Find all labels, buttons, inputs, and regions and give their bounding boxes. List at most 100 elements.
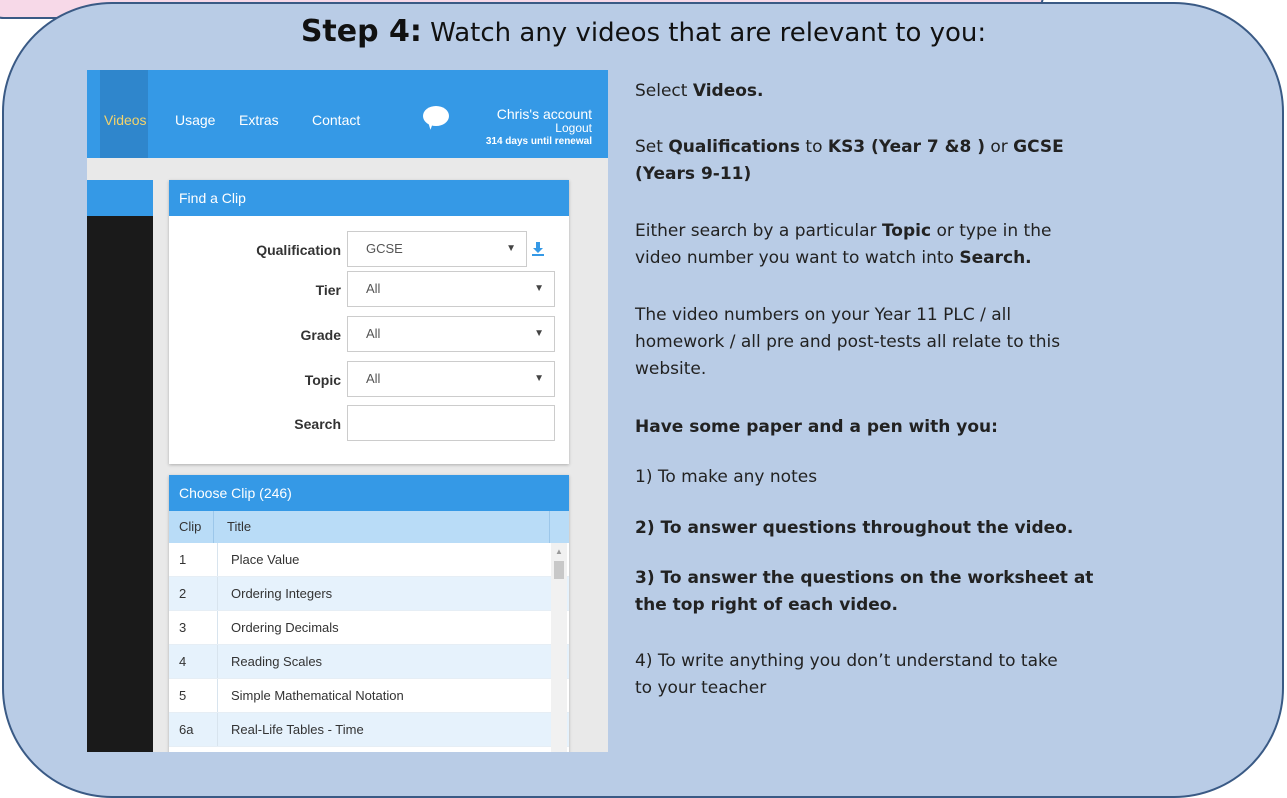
cell-divider xyxy=(217,543,218,576)
instruction-step-3: 3) To answer the questions on the worksh… xyxy=(635,565,1093,619)
text: Select xyxy=(635,81,693,101)
table-row[interactable]: 3 Ordering Decimals xyxy=(169,611,569,645)
tier-value: All xyxy=(366,281,381,296)
text: 1) To make any notes xyxy=(635,467,818,487)
website-screenshot: Videos Usage Extras Contact Chris's acco… xyxy=(87,70,608,752)
clip-table-header: Clip Title xyxy=(169,511,569,543)
clip-number: 3 xyxy=(179,620,187,635)
tier-label: Tier xyxy=(315,282,341,298)
qualification-value: GCSE xyxy=(366,241,403,256)
renewal-notice: 314 days until renewal xyxy=(485,136,592,147)
cell-divider xyxy=(217,679,218,712)
text: video number you want to watch into xyxy=(635,248,960,268)
cell-divider xyxy=(217,611,218,644)
column-clip[interactable]: Clip xyxy=(179,511,201,543)
nav-contact[interactable]: Contact xyxy=(312,112,360,128)
qualification-row: Qualification GCSE ▼ xyxy=(169,231,569,269)
find-clip-panel: Find a Clip Qualification GCSE ▼ Tier Al… xyxy=(169,180,569,464)
column-divider xyxy=(213,511,214,543)
grade-select[interactable]: All ▼ xyxy=(347,316,555,352)
top-navigation-bar: Videos Usage Extras Contact Chris's acco… xyxy=(87,70,608,158)
download-icon[interactable] xyxy=(531,241,545,257)
text: to your teacher xyxy=(635,678,767,698)
clip-number: 5 xyxy=(179,688,187,703)
cell-divider xyxy=(217,713,218,746)
scroll-up-arrow-icon[interactable]: ▲ xyxy=(555,547,563,556)
instruction-video-numbers: The video numbers on your Year 11 PLC / … xyxy=(635,302,1060,383)
topic-row: Topic All ▼ xyxy=(169,361,569,399)
search-label: Search xyxy=(294,416,341,432)
clip-title: Reading Scales xyxy=(231,654,323,669)
topic-select[interactable]: All ▼ xyxy=(347,361,555,397)
instruction-step-2: 2) To answer questions throughout the vi… xyxy=(635,515,1073,542)
chevron-down-icon: ▼ xyxy=(534,283,544,294)
chat-bubble-icon[interactable] xyxy=(423,106,449,126)
cell-divider xyxy=(217,577,218,610)
text-bold: Have some paper and a pen with you: xyxy=(635,417,998,437)
tier-select[interactable]: All ▼ xyxy=(347,271,555,307)
chevron-down-icon: ▼ xyxy=(534,328,544,339)
topic-label: Topic xyxy=(304,372,341,388)
chevron-down-icon: ▼ xyxy=(506,243,516,254)
nav-extras[interactable]: Extras xyxy=(239,112,279,128)
text-bold: (Years 9-11) xyxy=(635,164,752,184)
clip-title: Real-Life Tables - Time xyxy=(231,722,364,737)
text: to xyxy=(800,137,828,157)
text: Either search by a particular xyxy=(635,221,882,241)
nav-videos[interactable]: Videos xyxy=(104,112,147,128)
scroll-thumb[interactable] xyxy=(554,561,564,579)
instruction-step-1: 1) To make any notes xyxy=(635,464,817,491)
instruction-set-qualifications: Set Qualifications to KS3 (Year 7 &8 ) o… xyxy=(635,134,1064,188)
text-bold: 2) To answer questions throughout the vi… xyxy=(635,518,1074,538)
nav-usage[interactable]: Usage xyxy=(175,112,215,128)
tier-row: Tier All ▼ xyxy=(169,271,569,309)
column-title[interactable]: Title xyxy=(227,511,251,543)
step-number: Step 4: xyxy=(300,14,422,49)
text-bold: Qualifications xyxy=(668,137,801,157)
topic-value: All xyxy=(366,371,381,386)
text: 4) To write anything you don’t understan… xyxy=(635,651,1058,671)
instruction-materials-heading: Have some paper and a pen with you: xyxy=(635,414,998,441)
column-divider xyxy=(549,511,550,543)
instruction-step-4: 4) To write anything you don’t understan… xyxy=(635,648,1058,702)
clip-number: 1 xyxy=(179,552,187,567)
text-bold: Videos. xyxy=(692,81,764,101)
grade-label: Grade xyxy=(300,327,341,343)
clip-number: 4 xyxy=(179,654,187,669)
text: The video numbers on your Year 11 PLC / … xyxy=(635,305,1012,325)
table-row[interactable]: 5 Simple Mathematical Notation xyxy=(169,679,569,713)
table-row[interactable]: 1 Place Value xyxy=(169,543,569,577)
text-bold: 3) To answer the questions on the worksh… xyxy=(635,568,1094,588)
clip-number: 6a xyxy=(179,722,194,737)
table-row[interactable]: 4 Reading Scales xyxy=(169,645,569,679)
clip-list-scrollbar[interactable]: ▲ xyxy=(551,543,567,752)
text-bold: the top right of each video. xyxy=(635,595,898,615)
grade-value: All xyxy=(366,326,381,341)
account-menu[interactable]: Chris's account Logout 314 days until re… xyxy=(486,106,592,148)
search-input[interactable] xyxy=(347,405,555,441)
clip-title: Place Value xyxy=(231,552,300,567)
table-row[interactable]: 2 Ordering Integers xyxy=(169,577,569,611)
table-row[interactable]: 6a Real-Life Tables - Time xyxy=(169,713,569,747)
account-name[interactable]: Chris's account xyxy=(486,106,592,122)
text-bold: GCSE xyxy=(1013,137,1064,157)
qualification-label: Qualification xyxy=(256,242,341,258)
sidebar-header-strip xyxy=(87,180,153,216)
logout-link[interactable]: Logout xyxy=(486,122,592,135)
text: or xyxy=(984,137,1014,157)
choose-clip-title: Choose Clip (246) xyxy=(169,475,569,511)
qualification-select[interactable]: GCSE ▼ xyxy=(347,231,527,267)
clip-title: Ordering Integers xyxy=(231,586,333,601)
text: website. xyxy=(635,359,707,379)
chevron-down-icon: ▼ xyxy=(534,373,544,384)
search-row: Search xyxy=(169,405,569,443)
text: Set xyxy=(635,137,669,157)
text-bold: Topic xyxy=(881,221,932,241)
clip-title: Simple Mathematical Notation xyxy=(231,688,404,703)
find-clip-title: Find a Clip xyxy=(169,180,569,216)
cell-divider xyxy=(217,645,218,678)
clip-title: Ordering Decimals xyxy=(231,620,339,635)
text-bold: KS3 (Year 7 &8 ) xyxy=(827,137,985,157)
instruction-select-videos: Select Videos. xyxy=(635,78,764,105)
text: homework / all pre and post-tests all re… xyxy=(635,332,1061,352)
